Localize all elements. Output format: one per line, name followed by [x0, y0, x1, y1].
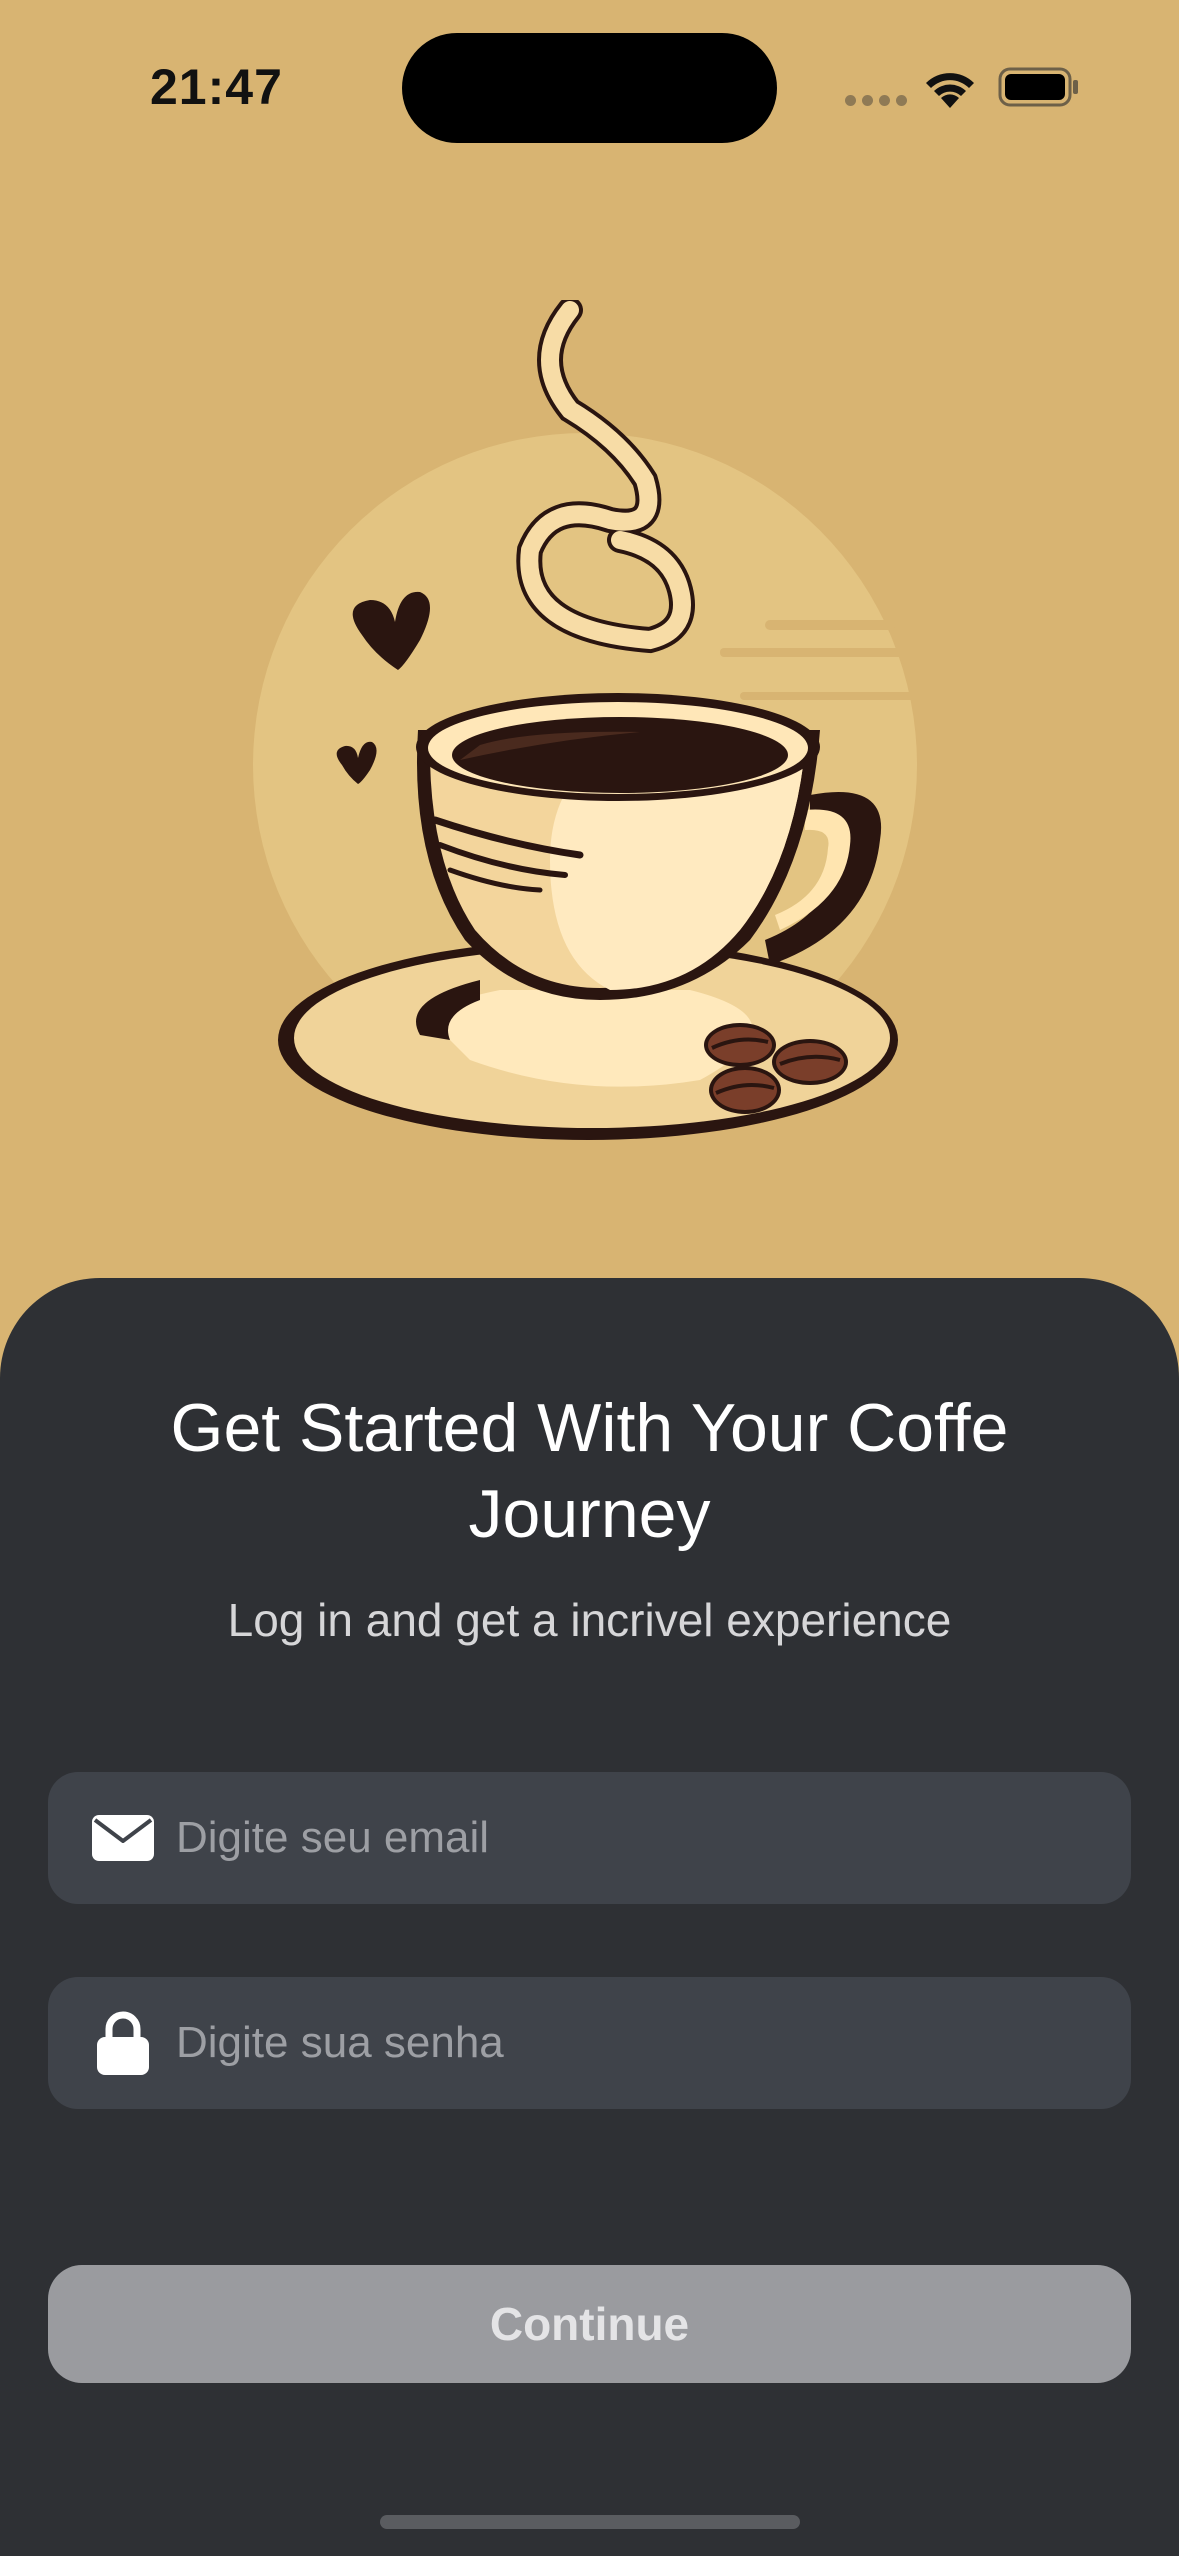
home-indicator[interactable] — [380, 2515, 800, 2529]
dynamic-island — [402, 33, 777, 143]
status-time: 21:47 — [150, 59, 283, 115]
lock-icon — [88, 2008, 158, 2078]
email-field[interactable] — [48, 1772, 1131, 1904]
envelope-icon — [88, 1803, 158, 1873]
battery-icon — [998, 67, 1078, 107]
coffee-cup-illustration — [253, 300, 920, 1140]
page-title: Get Started With Your Coffe Journey — [170, 1390, 1009, 1552]
password-input[interactable] — [174, 2017, 1078, 2069]
password-field[interactable] — [48, 1977, 1131, 2109]
continue-button[interactable]: Continue — [48, 2265, 1131, 2383]
page-subtitle: Log in and get a incrivel experience — [227, 1594, 952, 1646]
email-input[interactable] — [174, 1812, 1078, 1864]
login-screen: 21:47 Get Started With Your Coffe Journe… — [0, 0, 1179, 2556]
cellular-signal-icon — [845, 95, 907, 106]
wifi-icon — [926, 73, 974, 108]
